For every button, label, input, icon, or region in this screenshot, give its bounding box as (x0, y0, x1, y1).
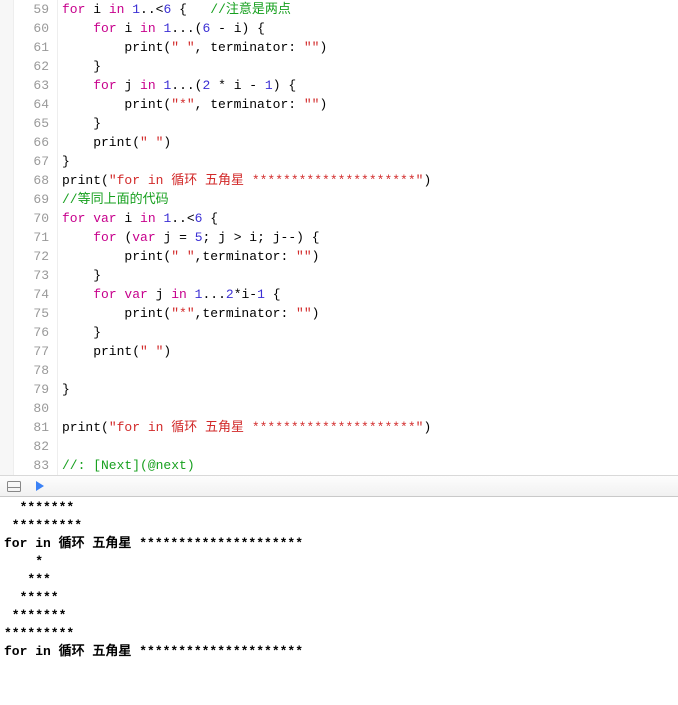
code-line[interactable]: print(" ", terminator: "") (62, 38, 678, 57)
line-number: 62 (14, 57, 49, 76)
code-line[interactable]: print("*",terminator: "") (62, 304, 678, 323)
line-number: 65 (14, 114, 49, 133)
line-number: 59 (14, 0, 49, 19)
line-number: 82 (14, 437, 49, 456)
line-number: 79 (14, 380, 49, 399)
code-line[interactable]: } (62, 323, 678, 342)
code-line[interactable] (62, 399, 678, 418)
debug-toolbar (0, 475, 678, 497)
line-number: 74 (14, 285, 49, 304)
line-number: 61 (14, 38, 49, 57)
code-line[interactable]: //: [Next](@next) (62, 456, 678, 475)
line-number: 81 (14, 418, 49, 437)
line-number: 76 (14, 323, 49, 342)
line-number: 68 (14, 171, 49, 190)
code-line[interactable] (62, 437, 678, 456)
line-number: 70 (14, 209, 49, 228)
line-number: 67 (14, 152, 49, 171)
line-number: 75 (14, 304, 49, 323)
line-number: 71 (14, 228, 49, 247)
panel-icon (7, 481, 21, 492)
code-line[interactable]: for j in 1...(2 * i - 1) { (62, 76, 678, 95)
line-number: 83 (14, 456, 49, 475)
code-line[interactable]: for (var j = 5; j > i; j--) { (62, 228, 678, 247)
console-line: ******* (4, 607, 674, 625)
console-line: * (4, 553, 674, 571)
code-line[interactable]: for var i in 1..<6 { (62, 209, 678, 228)
line-number: 77 (14, 342, 49, 361)
code-line[interactable]: for var j in 1...2*i-1 { (62, 285, 678, 304)
line-number: 64 (14, 95, 49, 114)
line-number: 63 (14, 76, 49, 95)
console-line: ********* (4, 625, 674, 643)
line-number: 66 (14, 133, 49, 152)
code-line[interactable]: } (62, 152, 678, 171)
code-area[interactable]: for i in 1..<6 { //注意是两点 for i in 1...(6… (58, 0, 678, 475)
code-line[interactable]: print("*", terminator: "") (62, 95, 678, 114)
line-number: 78 (14, 361, 49, 380)
console-line: for in 循环 五角星 ********************* (4, 643, 674, 661)
line-number: 80 (14, 399, 49, 418)
line-number: 72 (14, 247, 49, 266)
panel-toggle-button[interactable] (4, 478, 24, 494)
console-line: *** (4, 571, 674, 589)
code-line[interactable]: //等同上面的代码 (62, 190, 678, 209)
code-line[interactable]: print(" ") (62, 133, 678, 152)
code-line[interactable]: } (62, 57, 678, 76)
code-line[interactable]: for i in 1...(6 - i) { (62, 19, 678, 38)
line-number: 69 (14, 190, 49, 209)
left-margin (0, 0, 14, 475)
console-line: ********* (4, 517, 674, 535)
code-line[interactable]: for i in 1..<6 { //注意是两点 (62, 0, 678, 19)
run-button[interactable] (30, 478, 50, 494)
code-line[interactable]: print("for in 循环 五角星 *******************… (62, 418, 678, 437)
code-line[interactable]: print("for in 循环 五角星 *******************… (62, 171, 678, 190)
code-line[interactable]: } (62, 114, 678, 133)
console-line: ******* (4, 499, 674, 517)
code-editor[interactable]: 5960616263646566676869707172737475767778… (0, 0, 678, 475)
console-output[interactable]: ******* *********for in 循环 五角星 *********… (0, 497, 678, 667)
line-number: 60 (14, 19, 49, 38)
line-number-gutter: 5960616263646566676869707172737475767778… (14, 0, 58, 475)
play-icon (35, 481, 45, 491)
code-line[interactable]: print(" ") (62, 342, 678, 361)
code-line[interactable] (62, 361, 678, 380)
code-line[interactable]: } (62, 266, 678, 285)
console-line: for in 循环 五角星 ********************* (4, 535, 674, 553)
console-line: ***** (4, 589, 674, 607)
line-number: 73 (14, 266, 49, 285)
code-line[interactable]: print(" ",terminator: "") (62, 247, 678, 266)
code-line[interactable]: } (62, 380, 678, 399)
